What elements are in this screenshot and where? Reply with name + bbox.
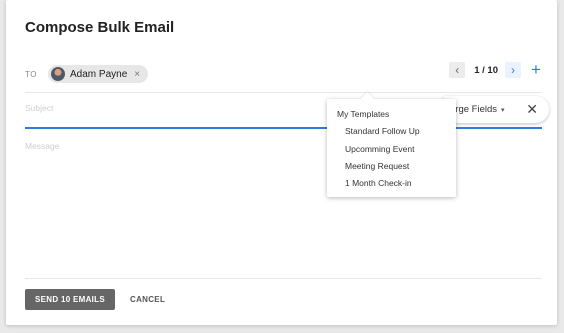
next-recipient-button[interactable]: › [505, 62, 521, 78]
message-input[interactable]: Message [25, 141, 60, 151]
templates-menu-heading: My Templates [337, 109, 390, 119]
dialog-title: Compose Bulk Email [25, 19, 175, 36]
close-icon[interactable]: ✕ [526, 101, 538, 118]
chevron-down-icon: ▾ [501, 106, 505, 114]
divider [25, 92, 542, 93]
template-item[interactable]: 1 Month Check-in [345, 178, 412, 188]
recipient-pager: ‹ 1 / 10 › + [449, 61, 543, 78]
add-recipient-button[interactable]: + [529, 61, 543, 78]
recipient-count: 1 / 10 [474, 64, 498, 76]
recipient-name: Adam Payne [70, 68, 128, 80]
template-item[interactable]: Upcomming Event [345, 144, 414, 154]
send-emails-button[interactable]: SEND 10 EMAILS [25, 289, 115, 310]
template-item[interactable]: Standard Follow Up [345, 126, 420, 136]
merge-fields-dropdown[interactable]: erge Fields ▾ ✕ [444, 96, 549, 123]
avatar [51, 67, 65, 81]
subject-input[interactable]: Subject [25, 103, 53, 113]
previous-recipient-button[interactable]: ‹ [449, 62, 466, 78]
remove-recipient-icon[interactable]: × [134, 69, 140, 80]
cancel-button[interactable]: CANCEL [130, 295, 165, 304]
template-item[interactable]: Meeting Request [345, 161, 409, 171]
compose-bulk-email-dialog: Compose Bulk Email TO Adam Payne × ‹ 1 /… [6, 0, 557, 325]
divider [25, 278, 542, 279]
recipient-chip[interactable]: Adam Payne × [48, 65, 149, 83]
templates-menu: My Templates Standard Follow Up Upcommin… [327, 92, 456, 197]
to-label: TO [25, 70, 37, 79]
subject-underline [25, 127, 542, 129]
